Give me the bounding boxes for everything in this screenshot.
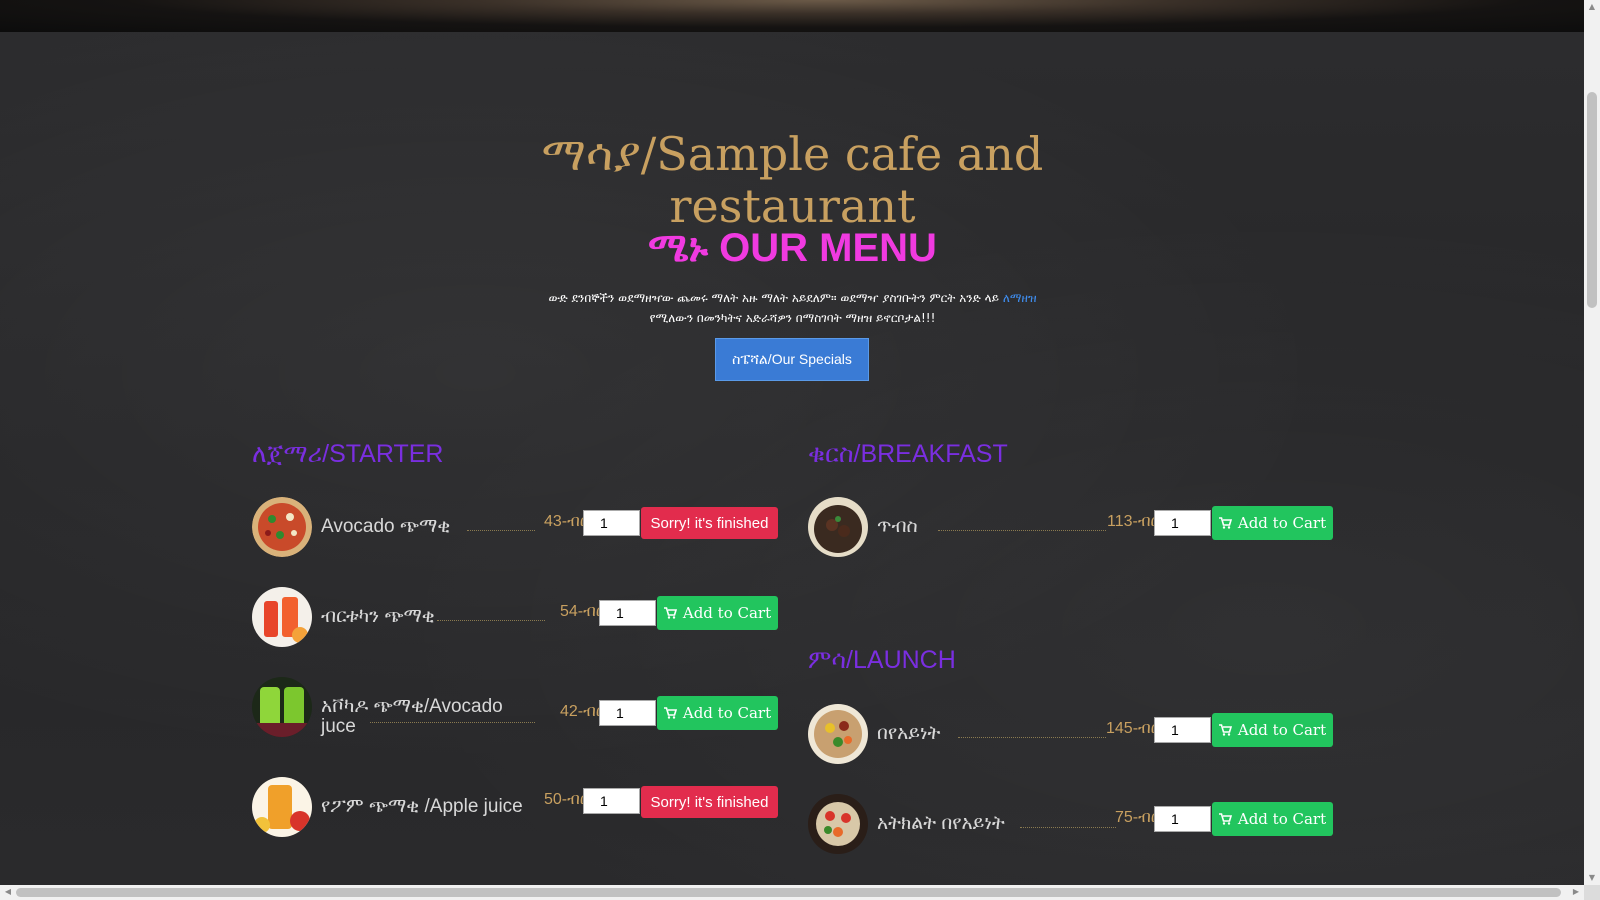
quantity-input[interactable] [1154, 806, 1211, 832]
add-to-cart-button[interactable]: Add to Cart [1212, 713, 1333, 747]
item-name: አቮካዶ ጭማቂ/Avocado juce [321, 696, 503, 737]
add-to-cart-button[interactable]: Add to Cart [1212, 802, 1333, 836]
add-to-cart-button[interactable]: Add to Cart [1212, 506, 1333, 540]
quantity-input[interactable] [599, 700, 656, 726]
add-to-cart-label: Add to Cart [1237, 810, 1327, 828]
item-name: Avocado ጭማቂ [321, 516, 451, 537]
header-banner-image [0, 0, 1584, 32]
dotted-leader [437, 620, 545, 621]
item-price: 43-ብር [544, 513, 589, 530]
intro-text: ውድ ደንበኞችን ወደማዘዣው ጨመሩ ማለት አዙ ማለት አይደለም። ወ… [470, 288, 1115, 328]
vertical-scroll-thumb[interactable] [1587, 92, 1597, 308]
item-price: 145-ብር [1106, 720, 1160, 737]
add-to-cart-button[interactable]: Add to Cart [657, 596, 778, 630]
menu-heading: ሜኑ OUR MENU [648, 226, 937, 270]
cart-icon [663, 707, 677, 719]
sold-out-button[interactable]: Sorry! it's finished [641, 786, 778, 818]
item-name: ጥብስ [877, 516, 918, 537]
item-name: አትክልት በየአይነት [877, 813, 1005, 834]
cart-icon [1218, 724, 1232, 736]
menu-item: Avocado ጭማቂ 43-ብር Sorry! it's finished [252, 497, 778, 557]
dotted-leader [938, 530, 1106, 531]
menu-item: አቮካዶ ጭማቂ/Avocado juce 42-ብር Add to Cart [252, 677, 778, 737]
horizontal-scrollbar[interactable]: ◀ ▶ [0, 885, 1584, 900]
dotted-leader [1020, 827, 1116, 828]
dotted-leader [958, 737, 1106, 738]
add-to-cart-button[interactable]: Add to Cart [657, 696, 778, 730]
cart-icon [1218, 517, 1232, 529]
item-price: 113-ብር [1107, 513, 1160, 530]
sold-out-button[interactable]: Sorry! it's finished [641, 507, 778, 539]
cart-icon [1218, 813, 1232, 825]
our-specials-button[interactable]: ስፔሻል/Our Specials [715, 338, 869, 381]
section-title-launch: ምሳ/LAUNCH [808, 646, 956, 674]
menu-item: በየአይነት 145-ብር Add to Cart [808, 704, 1333, 764]
vertical-scrollbar[interactable]: ▲ ▼ [1584, 0, 1600, 885]
item-name: በየአይነት [877, 723, 941, 744]
horizontal-scroll-thumb[interactable] [16, 888, 1561, 897]
item-price: 50-ብር [544, 791, 589, 808]
menu-item: አትክልት በየአይነት 75-ብር Add to Cart [808, 794, 1333, 854]
cart-icon [663, 607, 677, 619]
item-price: 54-ብር [560, 603, 605, 620]
item-name: የፖም ጭማቂ /Apple juice [321, 796, 523, 817]
food-image [252, 777, 312, 837]
section-title-breakfast: ቁርስ/BREAKFAST [808, 440, 1008, 468]
item-name: ብርቱካን ጭማቂ [321, 606, 435, 627]
food-image [252, 497, 312, 557]
menu-item: ብርቱካን ጭማቂ 54-ብር Add to Cart [252, 587, 778, 647]
dotted-leader [370, 722, 535, 723]
add-to-cart-label: Add to Cart [1237, 514, 1327, 532]
food-image [252, 587, 312, 647]
quantity-input[interactable] [583, 788, 640, 814]
intro-text-line1: ውድ ደንበኞችን ወደማዘዣው ጨመሩ ማለት አዙ ማለት አይደለም። ወ… [548, 291, 999, 305]
scroll-down-arrow-icon[interactable]: ▼ [1587, 873, 1597, 883]
food-image [808, 704, 868, 764]
scroll-right-arrow-icon[interactable]: ▶ [1571, 887, 1581, 897]
order-link[interactable]: ለማዘዝ [1003, 291, 1037, 305]
scroll-up-arrow-icon[interactable]: ▲ [1587, 2, 1597, 12]
quantity-input[interactable] [1154, 717, 1211, 743]
food-image [252, 677, 312, 737]
quantity-input[interactable] [583, 510, 640, 536]
item-price: 42-ብር [560, 703, 605, 720]
item-price: 75-ብር [1115, 809, 1160, 826]
section-title-starter: ለጀማሪ/STARTER [252, 440, 444, 468]
food-image [808, 497, 868, 557]
quantity-input[interactable] [599, 600, 656, 626]
dotted-leader [467, 530, 535, 531]
restaurant-title: ማሳያ/Sample cafe and restaurant [541, 127, 1044, 233]
add-to-cart-label: Add to Cart [1237, 721, 1327, 739]
menu-item: የፖም ጭማቂ /Apple juice 50-ብር Sorry! it's f… [252, 777, 778, 837]
add-to-cart-label: Add to Cart [682, 604, 772, 622]
intro-text-line2: የሚለውን በመንካትና አድራሻዎን በማስገባት ማዘዝ ይኖርቦታል!!! [649, 311, 936, 325]
quantity-input[interactable] [1154, 510, 1211, 536]
menu-item: ጥብስ 113-ብር Add to Cart [808, 497, 1333, 557]
food-image [808, 794, 868, 854]
scroll-left-arrow-icon[interactable]: ◀ [3, 887, 13, 897]
scrollbar-corner [1584, 885, 1600, 900]
add-to-cart-label: Add to Cart [682, 704, 772, 722]
